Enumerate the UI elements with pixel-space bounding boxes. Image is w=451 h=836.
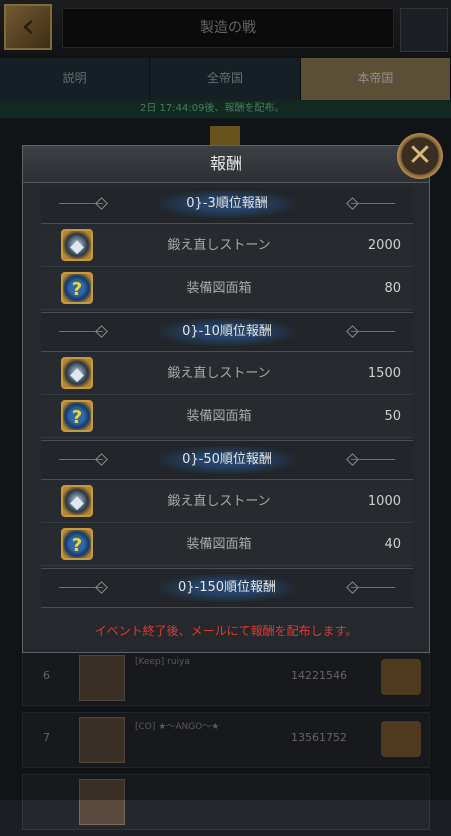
modal-title: 報酬 (23, 146, 429, 183)
rank-section-label: 0}-3順位報酬 (186, 196, 268, 211)
reward-item[interactable]: ? 装備図面箱 40 (41, 525, 413, 566)
reward-item-name: 鍛え直しストーン (167, 238, 271, 253)
reward-item-qty: 2000 (367, 238, 401, 253)
blueprint-box-icon: ? (61, 272, 93, 304)
reward-item-name: 装備図面箱 (186, 409, 252, 424)
blueprint-box-icon: ? (61, 400, 93, 432)
close-button[interactable]: ✕ (397, 133, 443, 179)
reward-item-qty: 50 (384, 409, 401, 424)
reward-item-name: 鍛え直しストーン (167, 494, 271, 509)
rank-section-header: 0}-3順位報酬 (41, 188, 413, 224)
reward-item-qty: 80 (384, 281, 401, 296)
forge-stone-icon: ◆ (61, 229, 93, 261)
distribution-notice: イベント終了後、メールにて報酬を配布します。 (94, 624, 358, 638)
rank-section-header: 0}-10順位報酬 (41, 312, 413, 352)
reward-item[interactable]: ◆ 鍛え直しストーン 2000 (41, 226, 413, 267)
reward-item[interactable]: ? 装備図面箱 80 (41, 269, 413, 310)
reward-item[interactable]: ◆ 鍛え直しストーン 1500 (41, 354, 413, 395)
reward-modal: 報酬 0}-3順位報酬 ◆ 鍛え直しストーン 2000 ? 装備図面箱 80 0… (22, 145, 430, 653)
blueprint-box-icon: ? (61, 528, 93, 560)
reward-item-name: 装備図面箱 (186, 281, 252, 296)
reward-item[interactable]: ◆ 鍛え直しストーン 1000 (41, 482, 413, 523)
reward-item-qty: 1500 (367, 366, 401, 381)
forge-stone-icon: ◆ (61, 485, 93, 517)
close-icon: ✕ (407, 138, 433, 173)
reward-item-qty: 40 (384, 537, 401, 552)
reward-item-name: 装備図面箱 (186, 537, 252, 552)
rank-section-header: 0}-150順位報酬 (41, 568, 413, 608)
reward-item[interactable]: ? 装備図面箱 50 (41, 397, 413, 438)
reward-list[interactable]: 0}-3順位報酬 ◆ 鍛え直しストーン 2000 ? 装備図面箱 80 0}-1… (41, 188, 413, 616)
rank-section-header: 0}-50順位報酬 (41, 440, 413, 480)
forge-stone-icon: ◆ (61, 357, 93, 389)
reward-item-name: 鍛え直しストーン (167, 366, 271, 381)
reward-item-qty: 1000 (367, 494, 401, 509)
